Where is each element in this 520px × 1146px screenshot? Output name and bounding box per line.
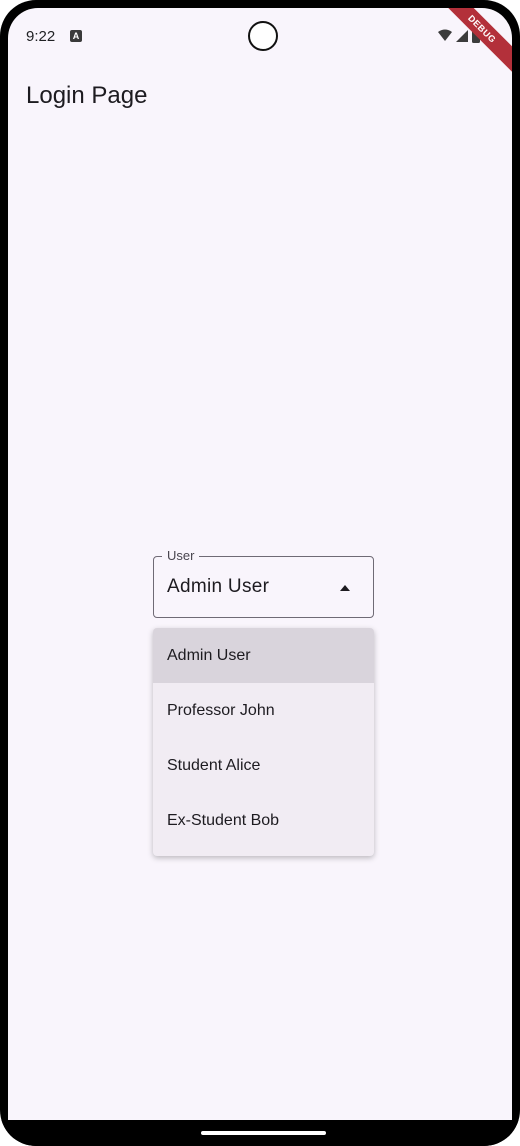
camera-cutout: [248, 21, 278, 51]
signal-icon: [456, 30, 468, 42]
user-dropdown-menu: Admin User Professor John Student Alice …: [153, 628, 374, 856]
status-bar: 9:22 A DEBUG: [8, 8, 512, 78]
menu-item-admin-user[interactable]: Admin User: [153, 628, 374, 683]
status-time: 9:22: [26, 28, 56, 45]
user-dropdown-label: User: [162, 548, 200, 563]
notification-icon: A: [70, 30, 82, 42]
page-title: Login Page: [26, 82, 148, 109]
menu-item-student-alice[interactable]: Student Alice: [153, 738, 374, 793]
app-screen: 9:22 A DEBUG Login Page User Admin User …: [8, 8, 512, 1120]
device-frame: 9:22 A DEBUG Login Page User Admin User …: [0, 0, 520, 1146]
home-indicator[interactable]: [201, 1131, 326, 1135]
user-dropdown-value: Admin User: [167, 576, 270, 597]
menu-item-ex-student-bob[interactable]: Ex-Student Bob: [153, 793, 374, 848]
wifi-icon: [438, 29, 452, 41]
arrow-up-icon[interactable]: [339, 584, 351, 592]
user-dropdown[interactable]: User Admin User: [153, 548, 374, 618]
menu-item-professor-john[interactable]: Professor John: [153, 683, 374, 738]
